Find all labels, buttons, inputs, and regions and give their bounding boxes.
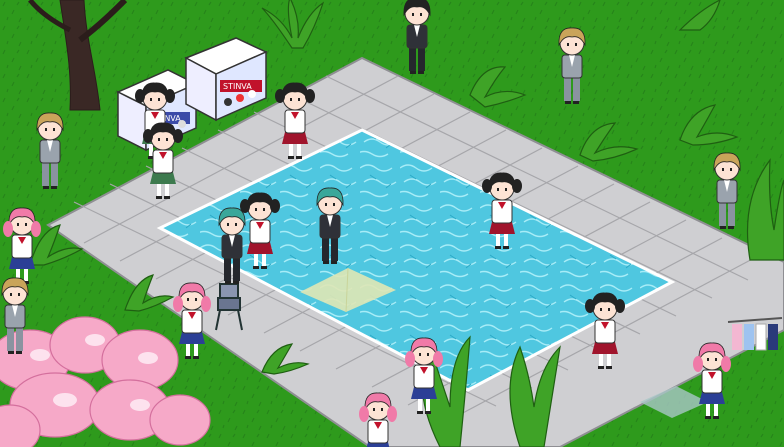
stall-sign-right: STINVA [223, 82, 252, 91]
game-scene: STINVA STINVA [0, 0, 784, 447]
isometric-pool-scene: STINVA STINVA [0, 0, 784, 447]
